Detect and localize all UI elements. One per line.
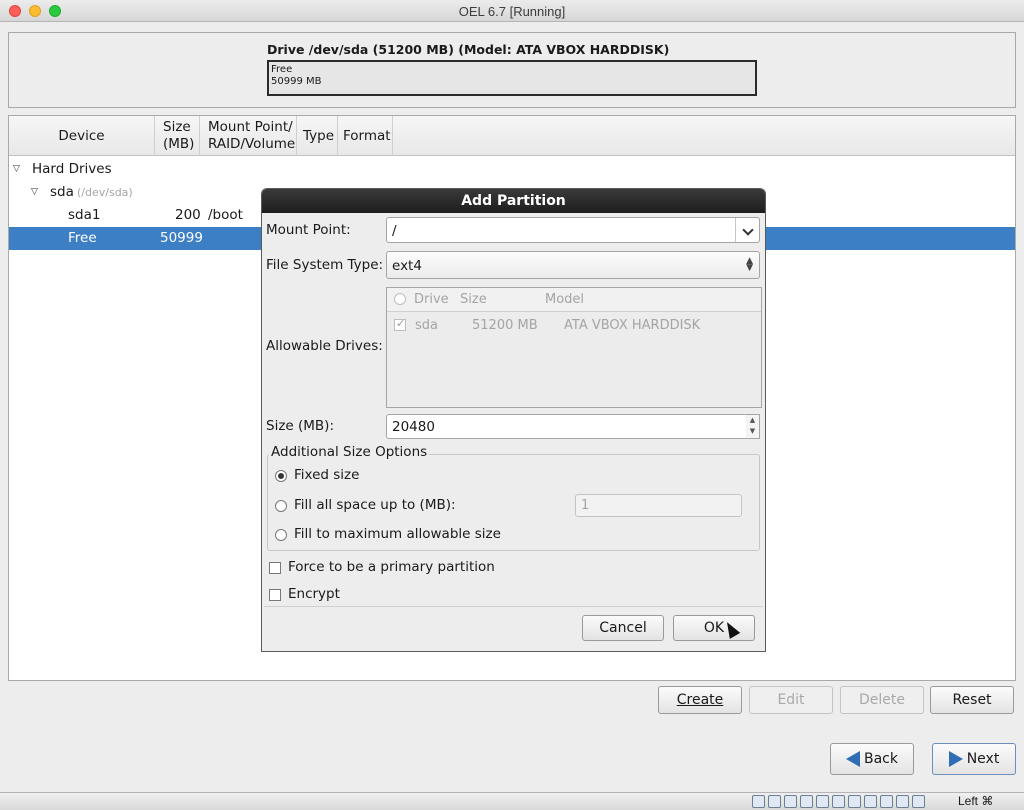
drive-row-model: ATA VBOX HARDDISK — [564, 318, 701, 333]
delete-button[interactable]: Delete — [840, 686, 924, 714]
column-size-label: Size (MB) — [163, 119, 195, 152]
shared-folder-icon[interactable] — [832, 795, 845, 808]
drive-overview-panel: Drive /dev/sda (51200 MB) (Model: ATA VB… — [8, 32, 1016, 108]
back-label: Back — [864, 751, 898, 767]
column-format[interactable]: Format — [338, 116, 393, 156]
display-icon[interactable] — [848, 795, 861, 808]
fill-max-label[interactable]: Fill to maximum allowable size — [294, 526, 501, 542]
cancel-button[interactable]: Cancel — [582, 615, 664, 641]
select-all-radio — [394, 293, 406, 305]
mount-point-dropdown[interactable] — [735, 218, 759, 242]
force-primary-label[interactable]: Force to be a primary partition — [288, 559, 495, 575]
ok-button[interactable]: OK — [673, 615, 755, 641]
optical-drive-icon[interactable] — [768, 795, 781, 808]
mount-point-value: / — [392, 223, 397, 239]
fill-upto-input[interactable]: 1 — [575, 494, 742, 517]
mount-point-combo[interactable]: / — [386, 217, 760, 243]
chevron-down-icon — [742, 224, 754, 236]
back-button[interactable]: Back — [830, 743, 914, 775]
mount-point-label: Mount Point: — [266, 222, 351, 238]
column-mount-label: Mount Point/ RAID/Volume — [208, 119, 296, 152]
keyboard-icon[interactable] — [912, 795, 925, 808]
fill-upto-label[interactable]: Fill all space up to (MB): — [294, 497, 456, 513]
vm-statusbar: Left ⌘ — [0, 792, 1024, 810]
fs-type-value: ext4 — [392, 258, 422, 274]
host-key-label: Left ⌘ — [958, 794, 994, 808]
audio-icon[interactable] — [784, 795, 797, 808]
mouse-integration-icon[interactable] — [896, 795, 909, 808]
window-title: OEL 6.7 [Running] — [458, 4, 566, 19]
select-updown-icon: ▲ ▼ — [746, 256, 753, 273]
statusbar-icons — [752, 795, 925, 808]
create-label: Create — [676, 692, 724, 708]
edit-button[interactable]: Edit — [749, 686, 833, 714]
sda-path: (/dev/sda) — [77, 186, 133, 199]
hard-disk-icon[interactable] — [752, 795, 765, 808]
video-capture-icon[interactable] — [864, 795, 877, 808]
network-icon[interactable] — [800, 795, 813, 808]
fixed-size-label[interactable]: Fixed size — [294, 467, 359, 483]
fs-type-label: File System Type: — [266, 257, 384, 273]
fill-upto-value: 1 — [581, 498, 590, 513]
column-type[interactable]: Type — [297, 116, 338, 156]
column-size[interactable]: Size (MB) — [155, 116, 200, 156]
fs-type-select[interactable]: ext4 ▲ ▼ — [386, 251, 760, 279]
drive-row-name: sda — [415, 318, 438, 333]
drives-col-model: Model — [545, 292, 585, 307]
allowable-drives-label: Allowable Drives: — [266, 338, 383, 354]
tree-row-hard-drives[interactable]: ▽ Hard Drives — [9, 158, 1015, 181]
hard-drives-label: Hard Drives — [32, 161, 112, 177]
size-label: Size (MB): — [266, 418, 334, 434]
drive-free-segment[interactable]: Free 50999 MB — [267, 60, 757, 96]
expander-triangle-icon[interactable]: ▽ — [13, 164, 20, 174]
add-partition-dialog: Add Partition Mount Point: / File System… — [261, 188, 766, 652]
size-spinner[interactable]: ▲ ▼ — [746, 414, 760, 439]
fill-upto-radio[interactable] — [275, 500, 287, 512]
column-mount-point[interactable]: Mount Point/ RAID/Volume — [200, 116, 297, 156]
reset-button[interactable]: Reset — [930, 686, 1014, 714]
allowable-drives-list[interactable]: Drive Size Model ✓ sda 51200 MB ATA VBOX… — [386, 287, 762, 408]
sda1-size: 200 — [175, 207, 201, 223]
create-button[interactable]: Create — [658, 686, 742, 714]
force-primary-checkbox[interactable] — [269, 562, 281, 574]
sda1-mount: /boot — [208, 207, 243, 223]
expander-triangle-icon[interactable]: ▽ — [31, 187, 38, 197]
encrypt-label[interactable]: Encrypt — [288, 586, 340, 602]
column-device[interactable]: Device — [9, 116, 155, 156]
sda-label: sda — [50, 184, 74, 200]
drives-list-header: Drive Size Model — [387, 288, 761, 312]
window-titlebar: OEL 6.7 [Running] — [0, 0, 1024, 22]
drives-col-size: Size — [460, 292, 487, 307]
tree-header: Device Size (MB) Mount Point/ RAID/Volum… — [9, 116, 1015, 156]
dialog-separator — [264, 606, 763, 607]
next-button[interactable]: Next — [932, 743, 1016, 775]
next-arrow-icon — [948, 751, 963, 767]
free-size: 50999 — [160, 230, 203, 246]
encrypt-checkbox[interactable] — [269, 589, 281, 601]
dialog-title: Add Partition — [262, 189, 765, 213]
size-input[interactable]: 20480 — [386, 414, 760, 439]
next-label: Next — [966, 751, 1000, 767]
size-value: 20480 — [392, 419, 435, 435]
drive-segment-size: 50999 MB — [271, 76, 322, 87]
fixed-size-radio[interactable] — [275, 470, 287, 482]
fill-max-radio[interactable] — [275, 529, 287, 541]
drive-checkbox[interactable]: ✓ — [394, 317, 406, 331]
drive-row-size: 51200 MB — [472, 318, 538, 333]
drive-segment-label: Free — [271, 64, 293, 75]
free-label: Free — [68, 230, 97, 246]
cpu-icon[interactable] — [880, 795, 893, 808]
back-arrow-icon — [846, 751, 860, 767]
drive-title: Drive /dev/sda (51200 MB) (Model: ATA VB… — [267, 42, 670, 57]
drives-col-drive: Drive — [414, 292, 449, 307]
size-options-title: Additional Size Options — [269, 444, 430, 460]
usb-icon[interactable] — [816, 795, 829, 808]
sda1-label: sda1 — [68, 207, 101, 223]
